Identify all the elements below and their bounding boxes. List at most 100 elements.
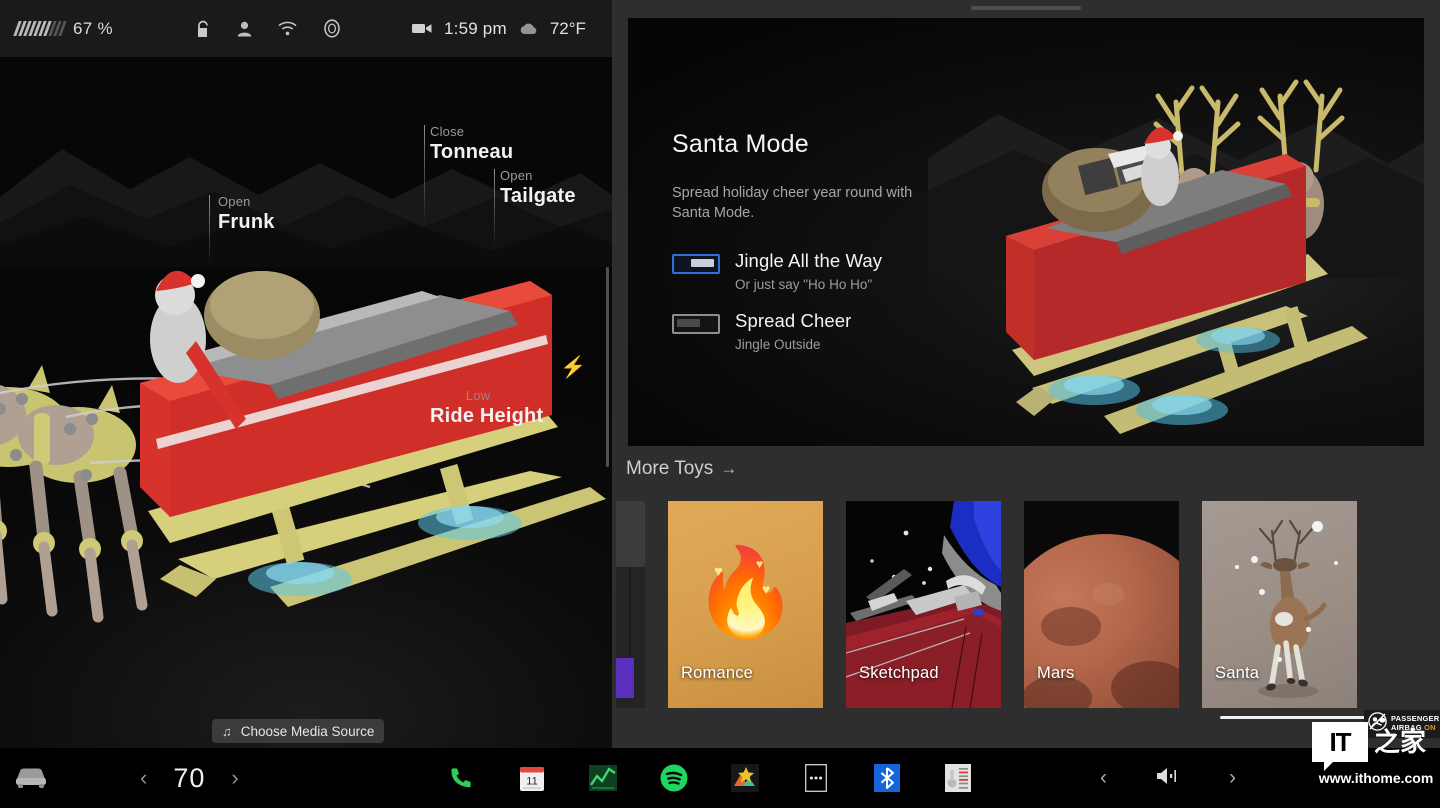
hint-tonneau-label: Tonneau [430, 140, 514, 163]
toggle-row-spread-cheer[interactable]: Spread Cheer Jingle Outside [672, 310, 1002, 352]
bluetooth-icon[interactable] [872, 763, 902, 793]
temperature-control[interactable]: ‹ 70 › [140, 748, 239, 808]
hint-frunk-action: Open [218, 194, 251, 209]
temperature-value: 70 [173, 762, 206, 793]
more-toys-label: More Toys [626, 458, 714, 479]
car-controls-icon[interactable] [14, 762, 48, 795]
media-source-label: Choose Media Source [240, 723, 375, 739]
heart-icon: ♥ [762, 581, 771, 597]
toy-card-label: Romance [681, 664, 754, 682]
driver-profile-icon[interactable] [237, 21, 252, 37]
panel-drag-handle[interactable] [971, 6, 1081, 10]
hint-frunk-label: Frunk [218, 210, 275, 233]
toybox-icon[interactable] [730, 763, 760, 793]
temp-increase-button[interactable]: › [231, 765, 238, 791]
jingle-all-the-way-label: Jingle All the Way [735, 250, 883, 272]
hint-ride-height[interactable]: Low Ride Height [428, 388, 544, 428]
outside-temperature-label: 72°F [549, 18, 586, 38]
toy-card-label: Sketchpad [859, 664, 939, 682]
spread-cheer-toggle[interactable] [672, 314, 720, 335]
toybox-panel: Santa Mode Spread holiday cheer year rou… [612, 0, 1440, 748]
snow-dot [1277, 657, 1282, 662]
music-note-icon: ♫ [222, 723, 232, 739]
jingle-all-the-way-toggle[interactable] [672, 254, 720, 275]
hint-ride-height-label: Ride Height [430, 404, 544, 427]
ithome-watermark: IT 之家 www.ithome.com [1312, 722, 1440, 794]
hint-ride-height-action: Low [465, 388, 491, 403]
arrow-right-icon: → [720, 459, 738, 478]
volume-icon[interactable] [1155, 766, 1181, 791]
media-previous-button[interactable]: ‹ [1100, 766, 1107, 790]
snow-dot [1306, 627, 1311, 632]
hint-tailgate-label: Tailgate [500, 184, 576, 207]
battery-bars-icon [13, 21, 67, 36]
hint-tonneau[interactable]: Close Tonneau [424, 124, 514, 225]
unlock-icon[interactable] [196, 20, 211, 38]
toy-card-santa[interactable]: Santa [1202, 501, 1357, 708]
more-toys-link[interactable]: More Toys → [626, 458, 737, 480]
battery-percent-label: 67 % [73, 18, 113, 38]
spread-cheer-subtitle: Jingle Outside [735, 337, 821, 353]
ithome-logo-cn: 之家 [1374, 728, 1427, 758]
choose-media-source-button[interactable]: ♫ Choose Media Source ↑ [212, 719, 384, 743]
partial-card-accent [616, 658, 634, 698]
phone-icon[interactable] [446, 763, 476, 793]
dashcam-icon[interactable] [412, 22, 432, 35]
toy-card-carousel[interactable]: 🔥 ♥ ♥ ♥ Romance Sketchpad Mars Santa [616, 501, 1440, 708]
campfire-icon: 🔥 [691, 544, 800, 641]
hint-tailgate-action: Open [500, 168, 533, 183]
jingle-all-the-way-subtitle: Or just say "Ho Ho Ho" [735, 277, 873, 293]
heart-icon: ♥ [714, 563, 723, 580]
energy-icon[interactable] [588, 763, 618, 793]
temp-decrease-button[interactable]: ‹ [140, 765, 147, 791]
media-next-button[interactable]: › [1229, 766, 1236, 790]
toy-card-label: Santa [1215, 664, 1260, 682]
status-right-group: 1:59 pm 72°F [412, 19, 586, 39]
bottom-app-bar: ‹ 70 › 11 ‹ › [0, 748, 1440, 808]
snow-dot [1334, 561, 1338, 565]
status-icon-group [196, 19, 341, 38]
battery-indicator[interactable]: 67 % [13, 18, 113, 39]
chevron-up-icon[interactable]: ↑ [383, 724, 384, 739]
tesla-infotainment-screen: 67 % 1:59 pm 72°F Open Frunk Close Tonne… [0, 0, 1440, 808]
wifi-icon[interactable] [278, 21, 297, 36]
calendar-icon[interactable]: 11 [517, 763, 547, 793]
heart-icon: ♥ [756, 557, 764, 571]
santa-mode-description: Spread holiday cheer year round with San… [672, 185, 913, 221]
spread-cheer-label: Spread Cheer [735, 310, 852, 332]
toggle-knob [691, 259, 714, 268]
climate-vent-icon[interactable] [943, 763, 973, 793]
toy-card-label: Mars [1037, 664, 1075, 682]
santa-mode-hero-card[interactable]: Santa Mode Spread holiday cheer year rou… [628, 18, 1424, 446]
app-launcher-row: 11 [446, 748, 973, 808]
svg-text:11: 11 [526, 775, 537, 787]
vehicle-3d-scene[interactable]: Open Frunk Close Tonneau Open Tailgate L… [0, 57, 612, 748]
spotify-icon[interactable] [659, 763, 689, 793]
hint-tonneau-action: Close [430, 124, 465, 139]
more-dots-icon[interactable] [801, 763, 831, 793]
status-bar: 67 % 1:59 pm 72°F [0, 0, 612, 57]
snow-dot [1235, 565, 1239, 569]
santa-mode-content: Santa Mode Spread holiday cheer year rou… [672, 130, 1002, 352]
cloud-icon [519, 22, 538, 35]
toggle-row-jingle-all-the-way[interactable]: Jingle All the Way Or just say "Ho Ho Ho… [672, 250, 1002, 292]
climate-icon[interactable] [323, 19, 341, 38]
santa-mode-title: Santa Mode [672, 130, 809, 158]
vehicle-panel-scrollbar[interactable] [606, 267, 609, 467]
media-control-group: ‹ › [1100, 748, 1236, 808]
snow-dot [1259, 589, 1265, 595]
vehicle-panel: 67 % 1:59 pm 72°F Open Frunk Close Tonne… [0, 0, 612, 748]
ithome-url: www.ithome.com [1318, 770, 1434, 786]
toy-card-romance[interactable]: 🔥 ♥ ♥ ♥ Romance [668, 501, 823, 708]
hint-frunk[interactable]: Open Frunk [209, 194, 275, 265]
lightning-bolt-icon[interactable]: ⚡ [560, 356, 586, 380]
toy-card-partial[interactable] [616, 501, 645, 708]
hint-tailgate[interactable]: Open Tailgate [494, 168, 576, 247]
clock-label: 1:59 pm [444, 18, 507, 38]
hero-sleigh-model [1006, 79, 1368, 434]
toggle-knob [677, 319, 700, 328]
toy-card-mars[interactable]: Mars [1024, 501, 1179, 708]
partial-card-top [616, 501, 645, 567]
toy-card-sketchpad[interactable]: Sketchpad [846, 501, 1001, 708]
ithome-logo: IT [1312, 722, 1368, 771]
